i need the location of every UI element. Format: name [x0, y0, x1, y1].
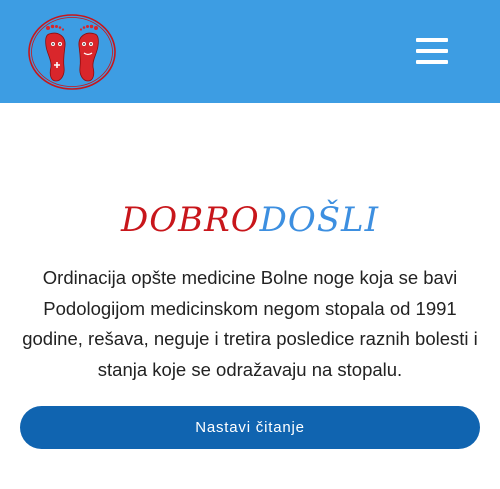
- menu-bar: [416, 49, 448, 53]
- menu-bar: [416, 60, 448, 64]
- menu-bar: [416, 38, 448, 42]
- welcome-heading-blue: DOŠLI: [259, 200, 380, 240]
- welcome-heading: DOBRODOŠLI: [0, 196, 500, 244]
- hamburger-menu-icon[interactable]: [412, 34, 452, 68]
- site-header: [0, 0, 500, 103]
- intro-paragraph: Ordinacija opšte medicine Bolne noge koj…: [22, 267, 478, 380]
- welcome-heading-red: DOBRO: [120, 200, 260, 240]
- feet-logo[interactable]: [27, 12, 117, 92]
- read-more-button[interactable]: Nastavi čitanje: [20, 406, 480, 449]
